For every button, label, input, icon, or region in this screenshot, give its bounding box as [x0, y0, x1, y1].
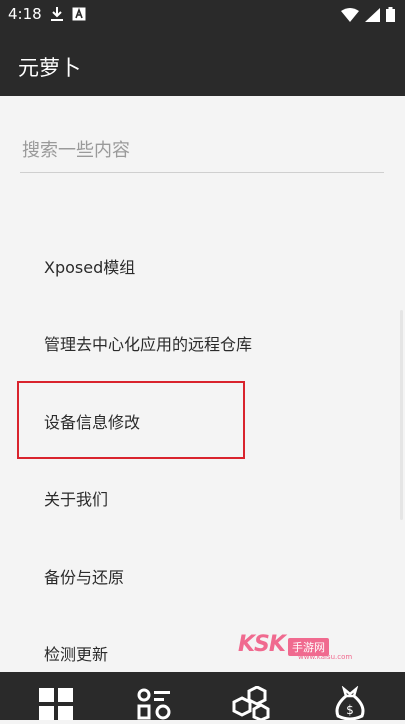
watermark-sub: www.kaisu.com [298, 653, 353, 661]
search-input[interactable] [20, 134, 388, 166]
watermark-brand: KSK [238, 632, 286, 657]
scrollbar[interactable] [400, 310, 403, 520]
notification-a-icon [72, 7, 86, 21]
modules-icon [137, 688, 171, 720]
grid-icon [39, 688, 73, 720]
nav-home-button[interactable] [38, 686, 78, 720]
menu-item-xposed-modules[interactable]: Xposed模组 [0, 230, 405, 302]
menu-item-label: 管理去中心化应用的远程仓库 [44, 335, 253, 354]
menu-item-label: 备份与还原 [44, 568, 125, 587]
wifi-icon [341, 7, 359, 22]
download-icon [51, 7, 63, 21]
highlight-box [17, 381, 245, 459]
search-field [20, 128, 388, 173]
money-bag-icon: $ [335, 685, 365, 721]
status-time: 4:18 [8, 5, 42, 23]
app-title: 元萝卜 [18, 56, 81, 80]
signal-icon [365, 7, 380, 22]
hexagon-settings-icon [232, 685, 270, 722]
bottom-nav: $ [0, 672, 405, 722]
nav-modules-button[interactable] [136, 686, 176, 720]
nav-wallet-button[interactable]: $ [332, 685, 372, 721]
app-bar: 元萝卜 [0, 30, 405, 96]
menu-item-remote-repos[interactable]: 管理去中心化应用的远程仓库 [0, 307, 405, 379]
battery-icon [386, 7, 395, 22]
nav-settings-button[interactable] [231, 685, 271, 722]
watermark-logo: KSK 手游网 www.kaisu.com [238, 632, 352, 661]
menu-item-about-us[interactable]: 关于我们 [0, 462, 405, 534]
menu-item-label: 检测更新 [44, 645, 109, 664]
menu-item-backup-restore[interactable]: 备份与还原 [0, 540, 405, 612]
svg-text:$: $ [346, 703, 354, 717]
menu-item-label: 关于我们 [44, 490, 109, 509]
status-bar: 4:18 [0, 0, 405, 30]
menu-item-label: Xposed模组 [44, 258, 136, 277]
